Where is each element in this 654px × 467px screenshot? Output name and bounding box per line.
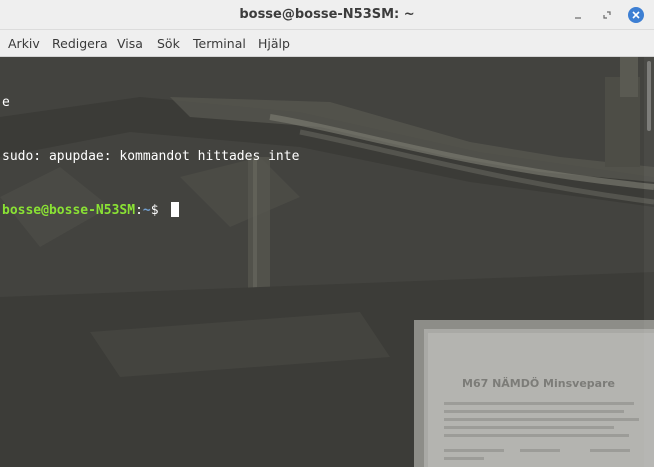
output-line: e bbox=[2, 95, 10, 110]
prompt-user-host: bosse@bosse-N53SM bbox=[2, 203, 136, 218]
prompt-line[interactable]: bosse@bosse-N53SM:~$ bbox=[2, 202, 299, 220]
close-button[interactable] bbox=[627, 6, 645, 24]
minimize-icon bbox=[575, 17, 581, 19]
terminal-output: e sudo: apupdae: kommandot hittades inte… bbox=[2, 58, 299, 256]
close-icon bbox=[628, 7, 644, 23]
maximize-button[interactable] bbox=[598, 6, 616, 24]
plaque-title: M67 NÄMDÖ Minsvepare bbox=[462, 376, 615, 390]
terminal-window: bosse@bosse-N53SM: ~ Arkiv Redigera Visa… bbox=[0, 0, 654, 467]
menu-terminal[interactable]: Terminal bbox=[193, 36, 246, 51]
scrollbar-thumb[interactable] bbox=[647, 61, 651, 131]
menu-sok[interactable]: Sök bbox=[157, 36, 180, 51]
output-line: sudo: apupdae: kommandot hittades inte bbox=[2, 149, 300, 164]
text-cursor bbox=[171, 202, 180, 217]
menu-bar: Arkiv Redigera Visa Sök Terminal Hjälp bbox=[0, 30, 654, 57]
terminal-area[interactable]: M67 NÄMDÖ Minsvepare e sudo: apupdae: ko… bbox=[0, 57, 654, 467]
menu-hjalp[interactable]: Hjälp bbox=[258, 36, 290, 51]
title-bar[interactable]: bosse@bosse-N53SM: ~ bbox=[0, 0, 654, 30]
prompt-separator: : bbox=[135, 203, 143, 218]
menu-redigera[interactable]: Redigera bbox=[52, 36, 108, 51]
prompt-symbol: $ bbox=[150, 203, 167, 218]
maximize-icon bbox=[603, 11, 611, 19]
menu-visa[interactable]: Visa bbox=[117, 36, 143, 51]
menu-arkiv[interactable]: Arkiv bbox=[8, 36, 40, 51]
window-title: bosse@bosse-N53SM: ~ bbox=[239, 7, 415, 22]
prompt-path: ~ bbox=[142, 203, 151, 218]
minimize-button[interactable] bbox=[569, 6, 587, 24]
